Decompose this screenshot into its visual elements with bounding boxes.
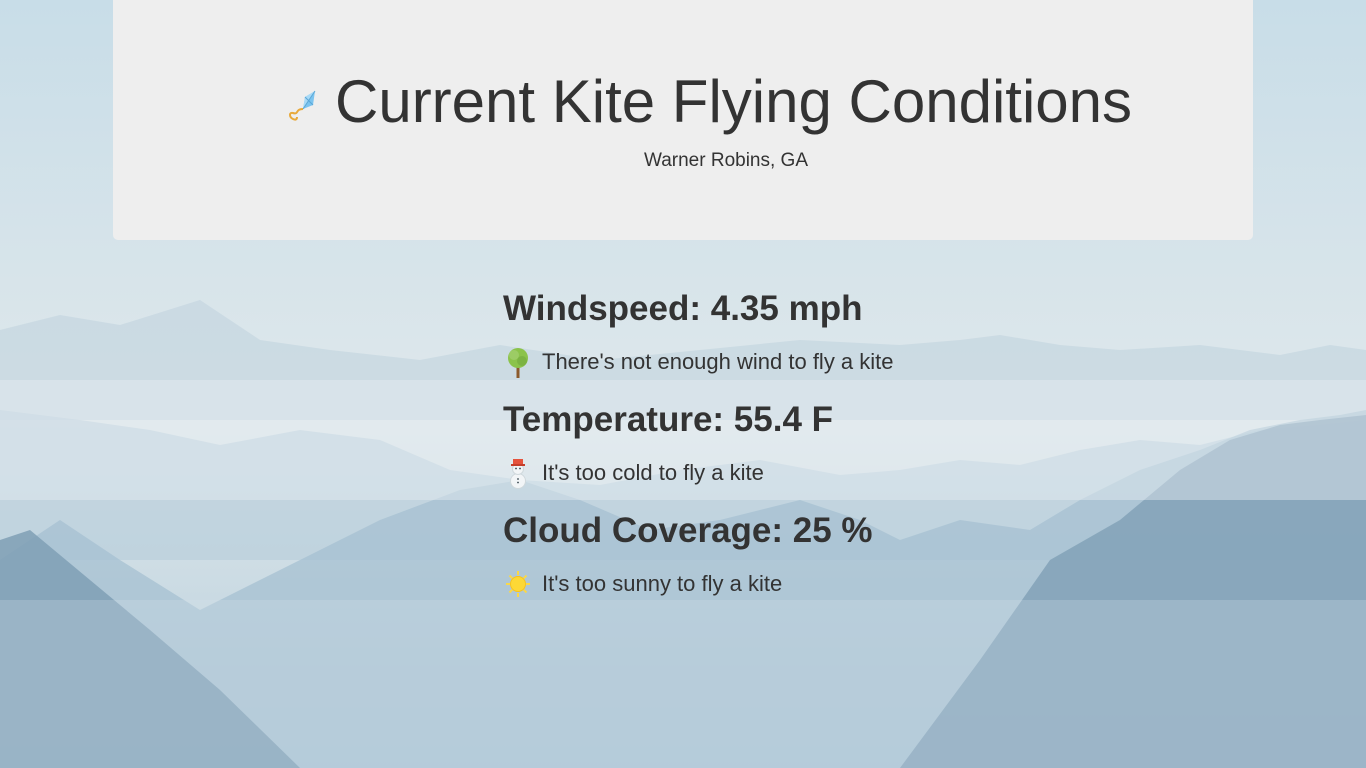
header-card: Current Kite Flying Conditions Warner Ro… [113,0,1253,240]
windspeed-message: There's not enough wind to fly a kite [542,349,894,374]
temperature-heading: Temperature: 55.4 F [503,400,834,439]
temperature-condition: Temperature: 55.4 F It's too cold to fly… [503,398,894,490]
temperature-message-row: It's too cold to fly a kite [503,456,894,490]
windspeed-condition: Windspeed: 4.35 mph There's not enough w… [503,287,894,379]
snowman-icon [510,459,526,489]
conditions-list: Windspeed: 4.35 mph There's not enough w… [503,287,894,620]
windspeed-heading: Windspeed: 4.35 mph [503,289,863,328]
page-title: Current Kite Flying Conditions [335,68,1133,135]
windspeed-message-row: There's not enough wind to fly a kite [503,345,894,379]
cloud-coverage-condition: Cloud Coverage: 25 % It's too sunny to f… [503,509,894,601]
title-row: Current Kite Flying Conditions [285,66,1132,138]
cloud-coverage-message: It's too sunny to fly a kite [542,571,783,596]
cloud-coverage-heading: Cloud Coverage: 25 % [503,511,873,550]
cloud-coverage-message-row: It's too sunny to fly a kite [503,567,894,601]
sun-icon [506,571,530,597]
kite-icon [289,90,316,121]
location-label: Warner Robins, GA [643,150,808,171]
temperature-message: It's too cold to fly a kite [542,460,764,485]
tree-icon [508,348,528,378]
